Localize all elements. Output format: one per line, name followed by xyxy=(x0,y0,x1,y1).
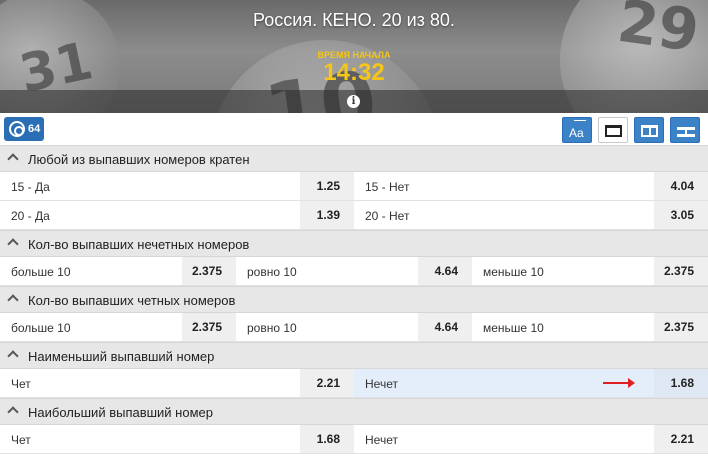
outcome-odd: 1.39 xyxy=(300,201,354,229)
font-size-button[interactable]: Aa xyxy=(562,117,592,143)
single-column-view-button[interactable] xyxy=(598,117,628,143)
market-row: больше 10 2.375 ровно 10 4.64 меньше 10 … xyxy=(0,313,708,342)
bet-outcome[interactable]: меньше 10 2.375 xyxy=(472,257,708,285)
pin-button[interactable] xyxy=(670,117,700,143)
bet-outcome[interactable]: 15 - Да 1.25 xyxy=(0,172,354,200)
two-column-view-button[interactable] xyxy=(634,117,664,143)
market-row: Чет 1.68 Нечет 2.21 xyxy=(0,425,708,454)
outcome-odd: 1.68 xyxy=(654,369,708,397)
market-title: Кол-во выпавших четных номеров xyxy=(28,293,236,308)
outcome-label: ровно 10 xyxy=(247,321,297,335)
bet-outcome[interactable]: ровно 10 4.64 xyxy=(236,257,472,285)
market-row: 20 - Да 1.39 20 - Нет 3.05 xyxy=(0,201,708,230)
markets-count-button[interactable]: 64 xyxy=(4,117,44,141)
font-size-icon xyxy=(574,120,586,121)
chevron-up-icon xyxy=(7,350,19,362)
outcome-label: Нечет xyxy=(365,433,398,447)
toolbar: 64 Aa xyxy=(0,113,708,145)
bet-outcome[interactable]: 20 - Нет 3.05 xyxy=(354,201,708,229)
market-header[interactable]: Наибольший выпавший номер xyxy=(0,398,708,425)
market-row: Чет 2.21 Нечет 1.68 xyxy=(0,369,708,398)
market-header[interactable]: Любой из выпавших номеров кратен xyxy=(0,145,708,172)
outcome-odd: 2.375 xyxy=(654,257,708,285)
bet-outcome[interactable]: Чет 1.68 xyxy=(0,425,354,453)
bet-outcome[interactable]: 20 - Да 1.39 xyxy=(0,201,354,229)
outcome-label: больше 10 xyxy=(11,265,71,279)
outcome-label: меньше 10 xyxy=(483,265,544,279)
outcome-odd: 3.05 xyxy=(654,201,708,229)
target-icon xyxy=(9,121,25,137)
outcome-label: 15 - Да xyxy=(11,180,50,194)
outcome-odd: 2.21 xyxy=(300,369,354,397)
outcome-label: ровно 10 xyxy=(247,265,297,279)
bet-outcome[interactable]: больше 10 2.375 xyxy=(0,257,236,285)
outcome-odd: 4.64 xyxy=(418,313,472,341)
outcome-label: 20 - Да xyxy=(11,209,50,223)
bet-outcome[interactable]: меньше 10 2.375 xyxy=(472,313,708,341)
bet-outcome-selected[interactable]: Нечет 1.68 xyxy=(354,369,708,397)
bet-outcome[interactable]: Чет 2.21 xyxy=(0,369,354,397)
bet-outcome[interactable]: 15 - Нет 4.04 xyxy=(354,172,708,200)
outcome-odd: 2.375 xyxy=(182,313,236,341)
font-size-label: Aa xyxy=(569,126,584,140)
chevron-up-icon xyxy=(7,153,19,165)
event-title: Россия. КЕНО. 20 из 80. xyxy=(253,10,455,30)
outcome-odd: 2.375 xyxy=(182,257,236,285)
pin-icon-base xyxy=(677,134,695,137)
outcome-label: 20 - Нет xyxy=(365,209,410,223)
markets-count: 64 xyxy=(28,123,41,135)
chevron-up-icon xyxy=(7,406,19,418)
single-column-icon xyxy=(605,125,622,137)
market-title: Любой из выпавших номеров кратен xyxy=(28,152,250,167)
chevron-up-icon xyxy=(7,238,19,250)
outcome-label: Чет xyxy=(11,377,31,391)
outcome-label: больше 10 xyxy=(11,321,71,335)
market-title: Наименьший выпавший номер xyxy=(28,349,215,364)
market-title: Наибольший выпавший номер xyxy=(28,405,213,420)
bet-outcome[interactable]: ровно 10 4.64 xyxy=(236,313,472,341)
market-header[interactable]: Кол-во выпавших четных номеров xyxy=(0,286,708,313)
event-banner: 31 10 29 Россия. КЕНО. 20 из 80. ВРЕМЯ Н… xyxy=(0,0,708,113)
market-header[interactable]: Наименьший выпавший номер xyxy=(0,342,708,369)
outcome-odd: 2.21 xyxy=(654,425,708,453)
outcome-label: 15 - Нет xyxy=(365,180,410,194)
bet-outcome[interactable]: больше 10 2.375 xyxy=(0,313,236,341)
outcome-odd: 4.64 xyxy=(418,257,472,285)
outcome-label: Нечет xyxy=(365,377,398,391)
markets-list: Любой из выпавших номеров кратен 15 - Да… xyxy=(0,145,708,454)
outcome-label: Чет xyxy=(11,433,31,447)
market-row: 15 - Да 1.25 15 - Нет 4.04 xyxy=(0,172,708,201)
outcome-odd: 1.68 xyxy=(300,425,354,453)
market-header[interactable]: Кол-во выпавших нечетных номеров xyxy=(0,230,708,257)
info-bar: i xyxy=(0,90,708,113)
outcome-odd: 4.04 xyxy=(654,172,708,200)
arrow-right-icon xyxy=(603,378,635,388)
market-title: Кол-во выпавших нечетных номеров xyxy=(28,237,250,252)
bet-outcome[interactable]: Нечет 2.21 xyxy=(354,425,708,453)
chevron-up-icon xyxy=(7,294,19,306)
outcome-odd: 1.25 xyxy=(300,172,354,200)
start-time: 14:32 xyxy=(323,59,385,86)
outcome-odd: 2.375 xyxy=(654,313,708,341)
two-column-icon xyxy=(641,125,658,137)
market-row: больше 10 2.375 ровно 10 4.64 меньше 10 … xyxy=(0,257,708,286)
outcome-label: меньше 10 xyxy=(483,321,544,335)
info-icon[interactable]: i xyxy=(347,95,360,108)
